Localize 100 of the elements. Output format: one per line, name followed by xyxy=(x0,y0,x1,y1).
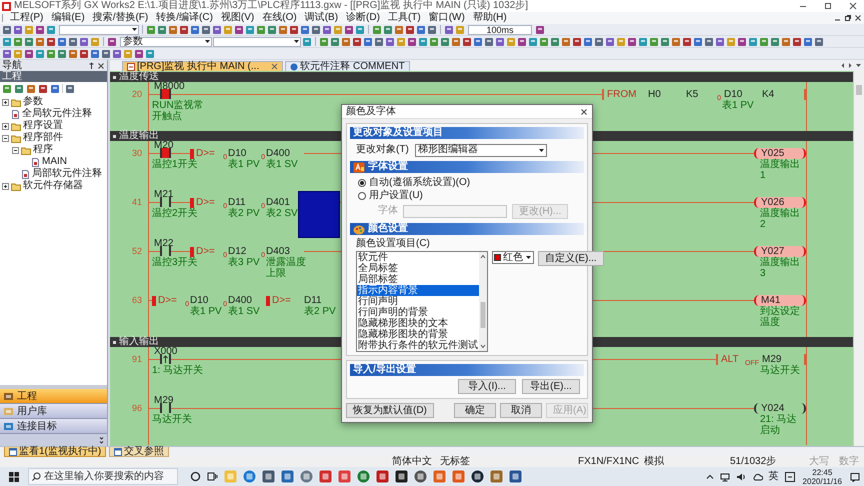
tool-icon[interactable] xyxy=(212,24,222,34)
tool-icon[interactable] xyxy=(35,48,45,58)
close-icon[interactable] xyxy=(97,62,105,70)
menu-item[interactable]: 视图(V) xyxy=(216,12,258,24)
tree-item[interactable]: 局部软元件注释 xyxy=(32,168,102,180)
tool-icon[interactable] xyxy=(2,24,12,34)
font-field[interactable] xyxy=(403,204,507,218)
tool-icon[interactable] xyxy=(363,36,373,46)
windows-start-icon[interactable] xyxy=(8,470,20,482)
tool-icon[interactable] xyxy=(444,24,454,34)
tool-icon[interactable] xyxy=(352,36,362,46)
tool-icon[interactable] xyxy=(311,24,321,34)
custom-color-button[interactable]: 自定义(E)... xyxy=(538,251,604,266)
list-item[interactable]: 局部标签 xyxy=(357,274,479,285)
network-icon[interactable] xyxy=(720,472,730,482)
export-button[interactable]: 导出(E)... xyxy=(522,379,580,394)
tool-icon[interactable] xyxy=(473,36,483,46)
tool-icon[interactable] xyxy=(107,36,117,46)
tool-icon[interactable] xyxy=(429,36,439,46)
tool-icon[interactable] xyxy=(65,84,75,94)
radio-button[interactable] xyxy=(358,178,366,186)
clock-date[interactable]: 2020/11/16 xyxy=(802,476,842,486)
menu-item[interactable]: 窗口(W) xyxy=(424,12,469,24)
tool-icon[interactable] xyxy=(134,48,144,58)
tool-icon[interactable] xyxy=(68,48,78,58)
tool-icon[interactable] xyxy=(157,24,167,34)
tree-item[interactable]: 程序部件 xyxy=(23,132,63,144)
tool-icon[interactable] xyxy=(372,24,382,34)
tool-icon[interactable] xyxy=(322,24,332,34)
close-icon[interactable] xyxy=(854,14,862,22)
tool-icon[interactable] xyxy=(35,24,45,34)
tool-icon[interactable] xyxy=(416,24,426,34)
restore-icon[interactable] xyxy=(844,14,852,22)
close-icon[interactable] xyxy=(848,1,858,11)
scrollbar[interactable] xyxy=(479,252,487,351)
tool-icon[interactable] xyxy=(245,24,255,34)
tool-icon[interactable] xyxy=(146,24,156,34)
target-combo[interactable]: 梯形图编辑器 xyxy=(414,144,547,156)
tool-icon[interactable] xyxy=(759,36,769,46)
expand-toggle[interactable] xyxy=(2,134,9,142)
tool-icon[interactable] xyxy=(234,24,244,34)
list-item[interactable]: 指示内容背景 xyxy=(357,285,479,296)
menu-item[interactable]: 转换/编译(C) xyxy=(152,12,217,24)
notification-icon[interactable] xyxy=(850,472,860,482)
expand-toggle[interactable] xyxy=(12,146,19,154)
menu-item[interactable]: 编辑(E) xyxy=(47,12,89,24)
document-tab[interactable]: [PRG]监视 执行中 MAIN (... xyxy=(122,61,284,71)
tool-icon[interactable] xyxy=(13,36,23,46)
tool-icon[interactable] xyxy=(341,36,351,46)
tool-icon[interactable] xyxy=(2,48,12,58)
tool-icon[interactable] xyxy=(383,24,393,34)
tool-icon[interactable] xyxy=(394,24,404,34)
bottom-tab[interactable]: 监看1(监视执行中) xyxy=(4,447,106,457)
tool-icon[interactable] xyxy=(405,24,415,34)
tool-icon[interactable] xyxy=(145,48,155,58)
tool-icon[interactable] xyxy=(101,48,111,58)
menu-item[interactable]: 工程(P) xyxy=(6,12,48,24)
pin-icon[interactable] xyxy=(88,62,95,69)
tool-icon[interactable] xyxy=(407,36,417,46)
scrollbar[interactable] xyxy=(853,71,864,446)
tool-icon[interactable] xyxy=(68,36,78,46)
tool-icon[interactable] xyxy=(90,48,100,58)
tool-icon[interactable] xyxy=(278,24,288,34)
menu-item[interactable]: 诊断(D) xyxy=(342,12,384,24)
clock-time[interactable]: 22:45 xyxy=(812,468,832,476)
tool-icon[interactable] xyxy=(201,24,211,34)
tool-icon[interactable] xyxy=(484,36,494,46)
menu-item[interactable]: 搜索/替换(F) xyxy=(88,12,152,24)
tool-icon[interactable] xyxy=(79,48,89,58)
tool-icon[interactable] xyxy=(50,84,60,94)
tool-icon[interactable] xyxy=(300,24,310,34)
tool-icon[interactable] xyxy=(13,24,23,34)
expand-toggle[interactable] xyxy=(2,98,9,106)
volume-icon[interactable] xyxy=(736,472,746,482)
ok-button[interactable]: 确定 xyxy=(454,403,496,418)
tool-icon[interactable] xyxy=(35,36,45,46)
tool-icon[interactable] xyxy=(535,24,545,34)
tool-icon[interactable] xyxy=(24,36,34,46)
tool-icon[interactable] xyxy=(112,48,122,58)
search-field[interactable]: 在这里输入你要搜索的内容 xyxy=(28,468,178,485)
tool-icon[interactable] xyxy=(418,36,428,46)
tool-icon[interactable] xyxy=(344,24,354,34)
tool-icon[interactable] xyxy=(748,36,758,46)
tool-icon[interactable] xyxy=(26,84,36,94)
scan-time-field[interactable]: 100ms xyxy=(468,24,532,34)
nav-pane-button[interactable]: 用户库 xyxy=(0,404,107,419)
tool-icon[interactable] xyxy=(179,24,189,34)
import-button[interactable]: 导入(I)... xyxy=(458,379,516,394)
list-item[interactable]: 软元件 xyxy=(357,252,479,263)
tool-icon[interactable] xyxy=(715,36,725,46)
tree-item[interactable]: 软元件存储器 xyxy=(23,180,83,192)
tool-icon[interactable] xyxy=(638,36,648,46)
taskbar-app-icon[interactable] xyxy=(509,470,522,483)
list-item[interactable]: 行间声明 xyxy=(357,296,479,307)
taskbar-app-icon[interactable] xyxy=(262,470,275,483)
tool-icon[interactable] xyxy=(2,84,12,94)
tool-icon[interactable] xyxy=(550,36,560,46)
tool-icon[interactable] xyxy=(289,24,299,34)
ime-icon[interactable] xyxy=(784,472,795,482)
tool-icon[interactable] xyxy=(24,48,34,58)
